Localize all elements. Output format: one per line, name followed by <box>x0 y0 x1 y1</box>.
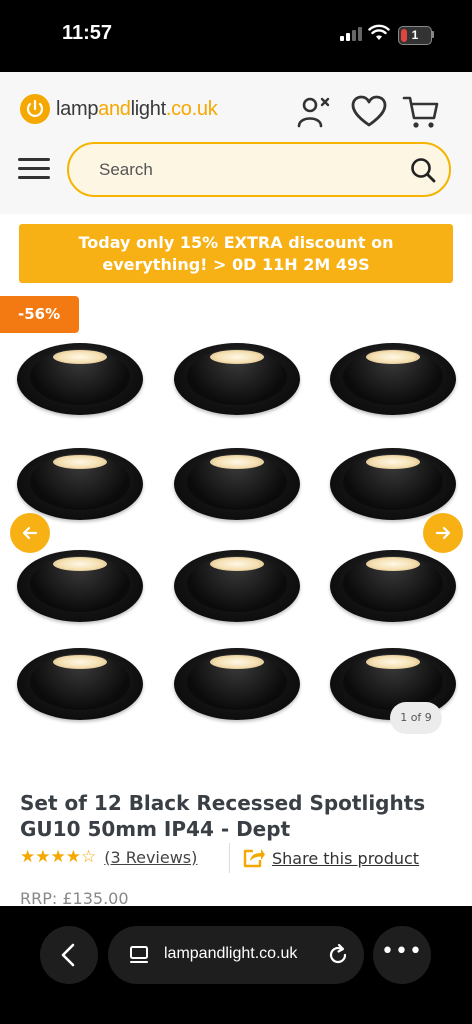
battery-icon: 1 <box>398 26 432 45</box>
tab-overview-icon <box>130 946 148 963</box>
chevron-left-icon <box>61 943 75 967</box>
wishlist-heart-icon[interactable] <box>350 94 388 130</box>
discount-badge: -56% <box>0 296 79 333</box>
spotlight-image <box>17 343 143 415</box>
promo-banner[interactable]: Today only 15% EXTRA discount on everyth… <box>19 224 453 283</box>
spotlight-image <box>17 550 143 622</box>
cellular-signal-icon <box>340 27 362 41</box>
spotlight-image <box>174 343 300 415</box>
star-rating-icon: ★★★★☆ <box>20 847 97 867</box>
site-logo[interactable]: lampandlight.co.uk <box>20 94 218 124</box>
status-time: 11:57 <box>62 22 113 44</box>
wifi-icon <box>368 24 390 40</box>
product-image-gallery[interactable] <box>0 335 472 735</box>
product-title: Set of 12 Black Recessed Spotlights GU10… <box>20 791 426 841</box>
divider <box>229 843 230 873</box>
spotlight-image <box>330 550 456 622</box>
logo-text: lampandlight.co.uk <box>56 97 218 120</box>
share-icon <box>243 849 265 868</box>
arrow-left-icon <box>22 526 38 540</box>
status-bar: 11:57 1 <box>0 0 472 72</box>
browser-toolbar: lampandlight.co.uk ••• <box>0 906 472 1024</box>
search-bar[interactable]: Search <box>67 142 451 197</box>
reload-icon[interactable] <box>326 943 350 967</box>
account-icon[interactable] <box>296 94 332 130</box>
battery-level: 1 <box>411 28 419 42</box>
spotlight-image <box>330 343 456 415</box>
hamburger-menu-icon[interactable] <box>18 158 50 182</box>
spotlight-image <box>17 648 143 720</box>
share-product-link[interactable]: Share this product <box>242 847 419 869</box>
gallery-prev-button[interactable] <box>10 513 50 553</box>
cart-icon[interactable] <box>402 94 440 130</box>
promo-text: Today only 15% EXTRA discount on everyth… <box>78 232 394 274</box>
gallery-counter: 1 of 9 <box>390 702 442 734</box>
spotlight-image <box>174 648 300 720</box>
power-logo-icon <box>20 94 50 124</box>
spotlight-image <box>330 448 456 520</box>
product-rating: ★★★★☆ (3 Reviews) <box>20 847 197 867</box>
spotlight-image <box>17 448 143 520</box>
more-options-icon[interactable]: ••• <box>373 926 431 984</box>
reviews-link[interactable]: (3 Reviews) <box>104 848 197 867</box>
spotlight-image <box>174 550 300 622</box>
site-header: lampandlight.co.uk Search <box>0 72 472 214</box>
browser-back-button[interactable] <box>40 926 98 984</box>
browser-url: lampandlight.co.uk <box>164 945 298 962</box>
gallery-next-button[interactable] <box>423 513 463 553</box>
spotlight-image <box>174 448 300 520</box>
browser-address-bar[interactable]: lampandlight.co.uk <box>108 926 364 984</box>
search-icon[interactable] <box>409 156 437 184</box>
share-link-text: Share this product <box>272 848 420 868</box>
arrow-right-icon <box>435 526 451 540</box>
search-input[interactable]: Search <box>99 160 153 180</box>
